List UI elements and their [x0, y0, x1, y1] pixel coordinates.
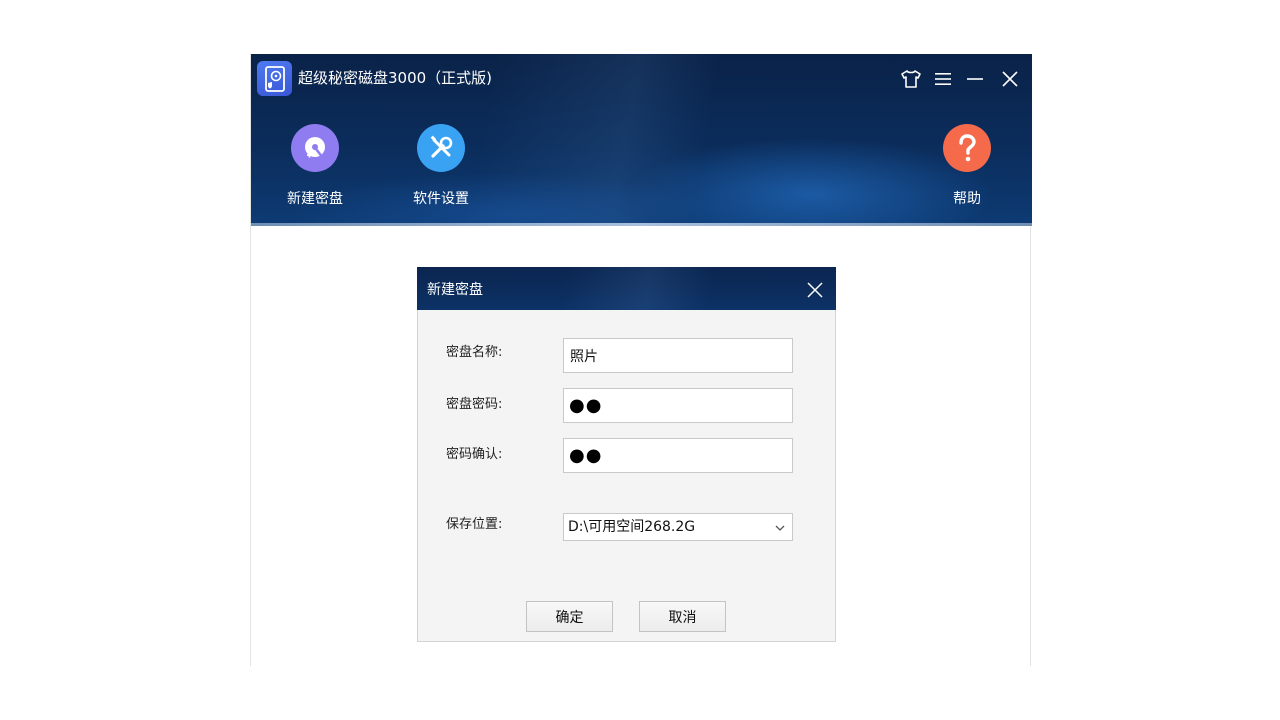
save-location-select[interactable]: D:\可用空间268.2G	[563, 513, 793, 541]
app-logo-icon	[257, 61, 292, 96]
save-location-value: D:\可用空间268.2G	[568, 519, 696, 535]
disk-password-input[interactable]	[563, 388, 793, 423]
question-mark-icon	[943, 124, 991, 172]
new-disk-dialog: 新建密盘 密盘名称: 密盘密码: ●● 密码确认: ●● 保存位置: D:\可用…	[417, 267, 836, 642]
dialog-close-icon[interactable]	[804, 279, 826, 301]
window-title: 超级秘密磁盘3000（正式版)	[298, 69, 493, 87]
save-location-label: 保存位置:	[446, 517, 503, 532]
disk-name-label: 密盘名称:	[446, 345, 503, 360]
header-divider	[251, 223, 1032, 226]
help-button[interactable]: 帮助	[922, 124, 1012, 208]
close-icon[interactable]	[998, 67, 1022, 91]
tshirt-icon[interactable]	[899, 67, 923, 91]
new-disk-button[interactable]: 新建密盘	[270, 124, 360, 208]
help-label: 帮助	[953, 191, 981, 207]
hamburger-menu-icon[interactable]	[931, 67, 955, 91]
cancel-button[interactable]: 取消	[639, 601, 726, 632]
password-confirm-label: 密码确认:	[446, 447, 503, 462]
disk-name-input[interactable]	[563, 338, 793, 373]
dialog-header: 新建密盘	[417, 267, 836, 310]
software-settings-label: 软件设置	[413, 191, 469, 207]
minimize-icon[interactable]	[963, 67, 987, 91]
software-settings-button[interactable]: 软件设置	[396, 124, 486, 208]
disk-add-icon	[291, 124, 339, 172]
password-confirm-input[interactable]	[563, 438, 793, 473]
disk-password-label: 密盘密码:	[446, 397, 503, 412]
dialog-title: 新建密盘	[427, 282, 483, 298]
app-header: 超级秘密磁盘3000（正式版) 新建密盘 软件设置 帮助	[251, 54, 1032, 226]
wrench-screwdriver-icon	[417, 124, 465, 172]
new-disk-label: 新建密盘	[287, 191, 343, 207]
ok-button[interactable]: 确定	[526, 601, 613, 632]
chevron-down-icon	[775, 525, 785, 531]
